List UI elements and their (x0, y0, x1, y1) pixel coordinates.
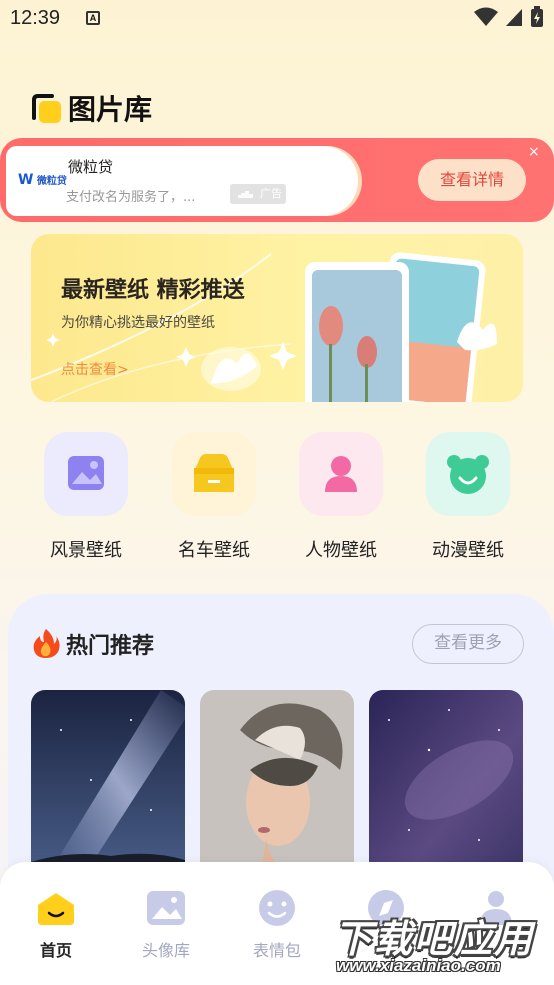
category-landscape-tile (44, 432, 128, 516)
watermark-url: www.xiazainiao.com (336, 956, 501, 975)
cloud-icon (238, 191, 253, 198)
status-icons (474, 6, 544, 28)
car-icon (194, 454, 234, 492)
ad-close-icon[interactable]: × (528, 144, 540, 160)
milky-way-image (31, 690, 185, 880)
landscape-icon (68, 456, 104, 490)
category-landscape[interactable]: 风景壁纸 (44, 432, 128, 562)
wallpaper-thumbnail[interactable] (200, 690, 354, 880)
smiley-icon (259, 890, 295, 926)
wallpaper-thumbnail[interactable] (369, 690, 523, 880)
portrait-image (200, 690, 354, 880)
hot-section-title: 热门推荐 (66, 634, 155, 659)
person-icon (325, 456, 357, 492)
category-anime[interactable]: 动漫壁纸 (426, 432, 510, 562)
promo-title: 最新壁纸 精彩推送 (61, 278, 245, 303)
category-car[interactable]: 名车壁纸 (172, 432, 256, 562)
category-person[interactable]: 人物壁纸 (299, 432, 383, 562)
promo-view-link[interactable]: 点击查看> (61, 359, 129, 379)
bear-icon (447, 455, 489, 494)
fire-icon (33, 629, 60, 658)
category-label: 动漫壁纸 (432, 540, 504, 561)
ad-tag: 广告 (230, 184, 286, 204)
ad-description: 支付改名为服务了，... (66, 190, 196, 205)
starry-sky-image (369, 690, 523, 880)
page-title: 图片库 (68, 93, 153, 126)
battery-icon (531, 6, 543, 27)
status-time: 12:39 (10, 7, 61, 29)
ad-view-details-button[interactable]: 查看详情 (418, 159, 526, 201)
status-bar: 12:39 A (0, 0, 554, 38)
category-label: 人物壁纸 (305, 540, 377, 561)
app-logo-icon (32, 94, 61, 123)
nav-label: 首页 (39, 941, 72, 960)
category-car-tile (172, 432, 256, 516)
promo-subtitle: 为你精心挑选最好的壁纸 (61, 315, 215, 331)
category-label: 名车壁纸 (178, 540, 250, 561)
nav-avatar-library[interactable]: 头像库 (126, 889, 206, 961)
ad-logo: W 微粒贷 (18, 172, 67, 188)
nav-home[interactable]: 首页 (16, 889, 96, 961)
image-icon (147, 891, 185, 925)
view-more-button[interactable]: 查看更多 (412, 624, 524, 664)
wifi-icon (474, 7, 498, 26)
nav-label: 头像库 (141, 941, 190, 960)
category-person-tile (299, 432, 383, 516)
home-icon (38, 893, 74, 925)
category-label: 风景壁纸 (50, 540, 122, 561)
ad-name: 微粒贷 (68, 158, 114, 176)
wallpaper-thumbnail[interactable] (31, 690, 185, 880)
nav-stickers[interactable]: 表情包 (237, 889, 317, 961)
promo-banner[interactable]: 最新壁纸 精彩推送 为你精心挑选最好的壁纸 点击查看> (31, 234, 523, 402)
watermark-logo: 下载吧应用 www.xiazainiao.com (330, 906, 552, 982)
signal-icon (506, 9, 522, 26)
ad-banner[interactable]: W 微粒贷 微粒贷 支付改名为服务了，... 广告 查看详情 (0, 138, 554, 222)
watermark-title: 下载吧应用 (334, 917, 535, 961)
notification-a-icon: A (86, 11, 100, 25)
category-anime-tile (426, 432, 510, 516)
nav-label: 表情包 (252, 941, 301, 960)
